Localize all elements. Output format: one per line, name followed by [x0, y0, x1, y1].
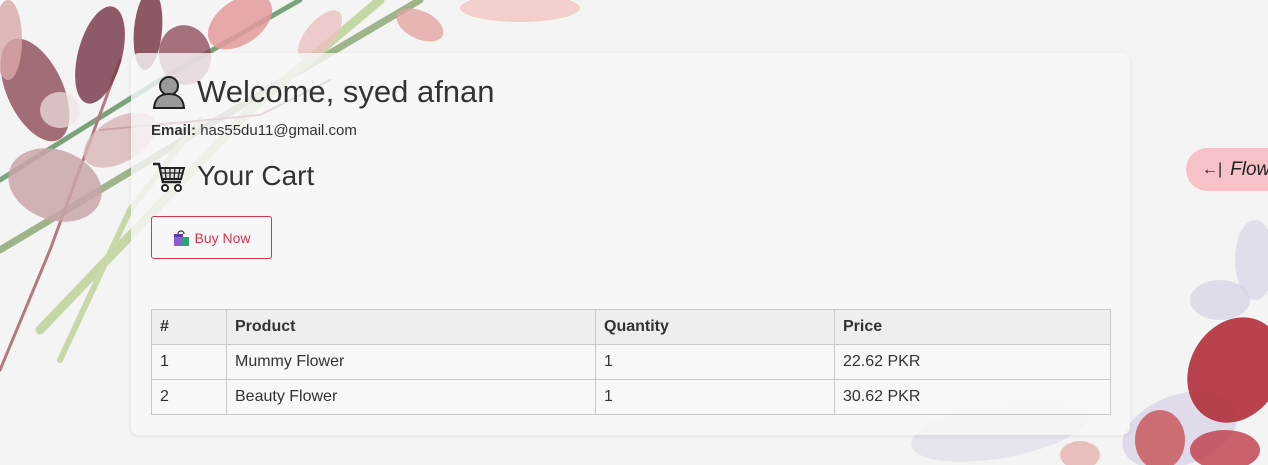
- buy-now-button[interactable]: Buy Now: [151, 216, 272, 259]
- flow-side-button[interactable]: ←| Flow: [1186, 148, 1268, 191]
- email-label: Email:: [151, 122, 197, 139]
- product-price: 22.62 PKR: [834, 344, 1111, 380]
- collapse-arrow-icon: ←|: [1202, 160, 1223, 178]
- column-header-number: #: [151, 309, 227, 345]
- table-header-row: # Product Quantity Price: [151, 309, 1111, 345]
- cart-heading: Your Cart: [151, 158, 314, 194]
- product-price: 30.62 PKR: [834, 379, 1111, 415]
- cart-title: Your Cart: [197, 160, 315, 191]
- user-avatar-icon: [152, 76, 186, 109]
- shopping-bag-icon: [174, 229, 190, 246]
- table-row: 1 Mummy Flower 1 22.62 PKR: [151, 344, 1111, 380]
- buy-now-label: Buy Now: [194, 229, 251, 246]
- column-header-price: Price: [834, 309, 1111, 345]
- column-header-quantity: Quantity: [595, 309, 835, 345]
- cart-table: # Product Quantity Price 1 Mummy Flower …: [151, 309, 1111, 415]
- product-quantity: 1: [595, 344, 835, 380]
- email-value: has55du11@gmail.com: [200, 122, 357, 139]
- welcome-heading: Welcome, syed afnan: [151, 72, 495, 112]
- product-name: Mummy Flower: [226, 344, 596, 380]
- table-row: 2 Beauty Flower 1 30.62 PKR: [151, 379, 1111, 415]
- row-number: 1: [151, 344, 227, 380]
- welcome-text: Welcome, syed afnan: [197, 74, 495, 109]
- row-number: 2: [151, 379, 227, 415]
- email-line: Email: has55du11@gmail.com: [151, 122, 357, 139]
- flow-button-label: Flow: [1230, 158, 1268, 180]
- column-header-product: Product: [226, 309, 596, 345]
- product-quantity: 1: [595, 379, 835, 415]
- shopping-cart-icon: [153, 162, 186, 192]
- product-name: Beauty Flower: [226, 379, 596, 415]
